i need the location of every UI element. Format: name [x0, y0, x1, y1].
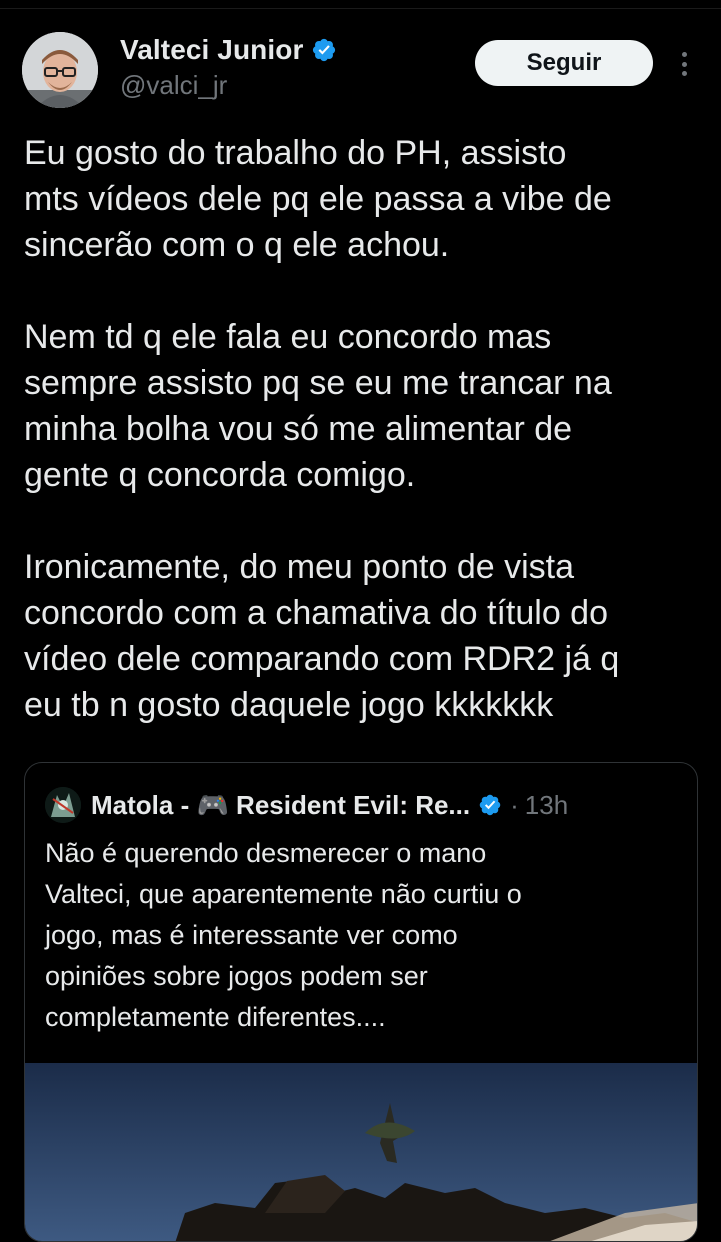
tweet-text-line: minha bolha vou só me alimentar de [24, 410, 573, 448]
quoted-text-line: jogo, mas é interessante ver como [45, 920, 458, 950]
tweet-text-line: sincerão com o q ele achou. [24, 226, 450, 264]
tweet-text-line: Eu gosto do trabalho do PH, assisto [24, 134, 567, 172]
quoted-text-line: completamente diferentes.... [45, 1002, 386, 1032]
author-avatar[interactable] [22, 32, 98, 108]
tweet-text-line: Ironicamente, do meu ponto de vista [24, 548, 574, 586]
tweet-text-line: eu tb n gosto daquele jogo kkkkkkk [24, 686, 554, 724]
tweet-text-line: sempre assisto pq se eu me trancar na [24, 364, 612, 402]
quoted-tweet-media[interactable] [25, 1063, 697, 1241]
author-name-row: Valteci Junior [120, 30, 337, 70]
quoted-tweet-card[interactable]: Matola - 🎮 Resident Evil: Re... · 13h Nã… [24, 762, 698, 1242]
quoted-author-name: Matola - 🎮 Resident Evil: Re... [91, 789, 471, 820]
tweet-text-line: vídeo dele comparando com RDR2 já q [24, 640, 620, 678]
avatar-image [22, 32, 98, 108]
tweet-text-line: Nem td q ele fala eu concordo mas [24, 318, 552, 356]
verified-badge-icon [478, 793, 502, 817]
tweet-text: Eu gosto do trabalho do PH, assisto mts … [24, 130, 704, 728]
verified-badge-icon [311, 37, 337, 63]
quoted-tweet-header: Matola - 🎮 Resident Evil: Re... · 13h [45, 785, 568, 825]
author-name[interactable]: Valteci Junior [120, 34, 303, 66]
media-thumbnail-image [25, 1063, 697, 1241]
tweet: Valteci Junior @valci_jr Seguir Eu gosto… [0, 0, 721, 1242]
quoted-text-line: Não é querendo desmerecer o mano [45, 838, 487, 868]
author-handle[interactable]: @valci_jr [120, 70, 227, 101]
quoted-separator-dot: · [510, 789, 519, 820]
quoted-text-line: Valteci, que aparentemente não curtiu o [45, 879, 522, 909]
tweet-text-line: gente q concorda comigo. [24, 456, 416, 494]
more-dot [681, 61, 687, 67]
quoted-text-line: opiniões sobre jogos podem ser [45, 961, 428, 991]
more-dot [681, 52, 687, 57]
tweet-text-line: concordo com a chamativa do título do [24, 594, 608, 632]
more-vertical-icon[interactable] [672, 48, 696, 80]
follow-button[interactable]: Seguir [475, 40, 653, 86]
quoted-tweet-text: Não é querendo desmerecer o mano Valteci… [45, 833, 685, 1038]
more-dot [681, 71, 687, 76]
quoted-author-avatar [45, 787, 81, 823]
tweet-text-line: mts vídeos dele pq ele passa a vibe de [24, 180, 612, 218]
quoted-timestamp[interactable]: 13h [525, 790, 568, 821]
